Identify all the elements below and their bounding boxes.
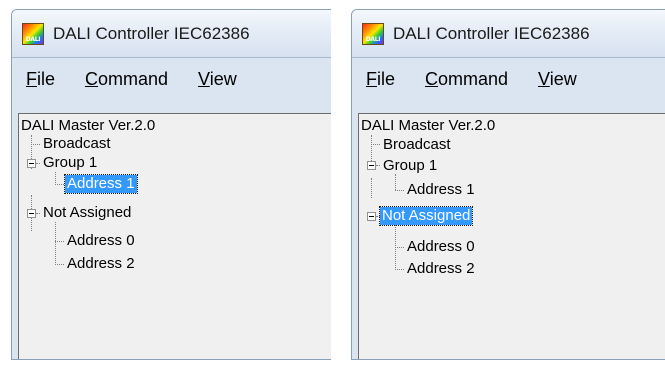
collapse-icon[interactable] <box>27 209 36 218</box>
tree-connector <box>395 269 404 270</box>
tree-node-address-2[interactable]: Address 2 <box>405 260 477 278</box>
collapse-icon[interactable] <box>367 161 376 170</box>
dali-app-icon: DALI <box>22 22 44 45</box>
dali-app-icon: DALI <box>362 22 384 45</box>
tree-connector <box>55 264 64 265</box>
menu-bar: File Command View <box>352 58 665 100</box>
tree-connector <box>395 190 404 191</box>
device-tree[interactable]: DALI Master Ver.2.0 Broadcast Group 1 Ad… <box>358 113 665 359</box>
menu-view[interactable]: View <box>198 69 237 90</box>
tree-connector <box>55 222 56 265</box>
tree-node-address-2[interactable]: Address 2 <box>65 255 137 273</box>
menu-view[interactable]: View <box>538 69 577 90</box>
tree-node-address-1[interactable]: Address 1 <box>405 181 477 199</box>
collapse-icon[interactable] <box>367 212 376 221</box>
dali-controller-window-2: DALI DALI Controller IEC62386 File Comma… <box>351 9 665 360</box>
tree-connector <box>395 174 396 190</box>
menu-bar: File Command View <box>12 58 331 100</box>
tree-connector <box>376 165 380 166</box>
tree-connector <box>371 144 380 145</box>
tree-node-group-1[interactable]: Group 1 <box>381 157 439 175</box>
title-bar[interactable]: DALI DALI Controller IEC62386 <box>12 10 331 58</box>
tree-connector <box>36 163 40 164</box>
tree-node-not-assigned[interactable]: Not Assigned <box>41 204 133 222</box>
window-title: DALI Controller IEC62386 <box>393 23 590 43</box>
window-title: DALI Controller IEC62386 <box>53 23 250 43</box>
menu-file[interactable]: File <box>26 69 55 90</box>
tree-connector <box>55 184 64 185</box>
menu-file[interactable]: File <box>366 69 395 90</box>
tree-connector <box>371 178 372 198</box>
tree-node-not-assigned[interactable]: Not Assigned <box>378 206 474 226</box>
tree-connector <box>36 213 40 214</box>
menu-command[interactable]: Command <box>85 69 168 90</box>
tree-connector <box>395 247 404 248</box>
title-bar[interactable]: DALI DALI Controller IEC62386 <box>352 10 665 58</box>
tree-node-root[interactable]: DALI Master Ver.2.0 <box>19 117 157 135</box>
tree-node-group-1[interactable]: Group 1 <box>41 154 99 172</box>
tree-node-broadcast[interactable]: Broadcast <box>381 136 453 154</box>
collapse-icon[interactable] <box>27 159 36 168</box>
tree-connector <box>31 144 40 145</box>
tree-node-address-1[interactable]: Address 1 <box>64 174 138 194</box>
tree-node-address-0[interactable]: Address 0 <box>65 232 137 250</box>
tree-node-root[interactable]: DALI Master Ver.2.0 <box>359 117 497 135</box>
tree-connector <box>55 241 64 242</box>
device-tree[interactable]: DALI Master Ver.2.0 Broadcast Group 1 Ad… <box>18 113 331 359</box>
menu-command[interactable]: Command <box>425 69 508 90</box>
dali-controller-window-1: DALI DALI Controller IEC62386 File Comma… <box>11 9 331 360</box>
tree-node-address-0[interactable]: Address 0 <box>405 238 477 256</box>
tree-node-broadcast[interactable]: Broadcast <box>41 135 113 153</box>
